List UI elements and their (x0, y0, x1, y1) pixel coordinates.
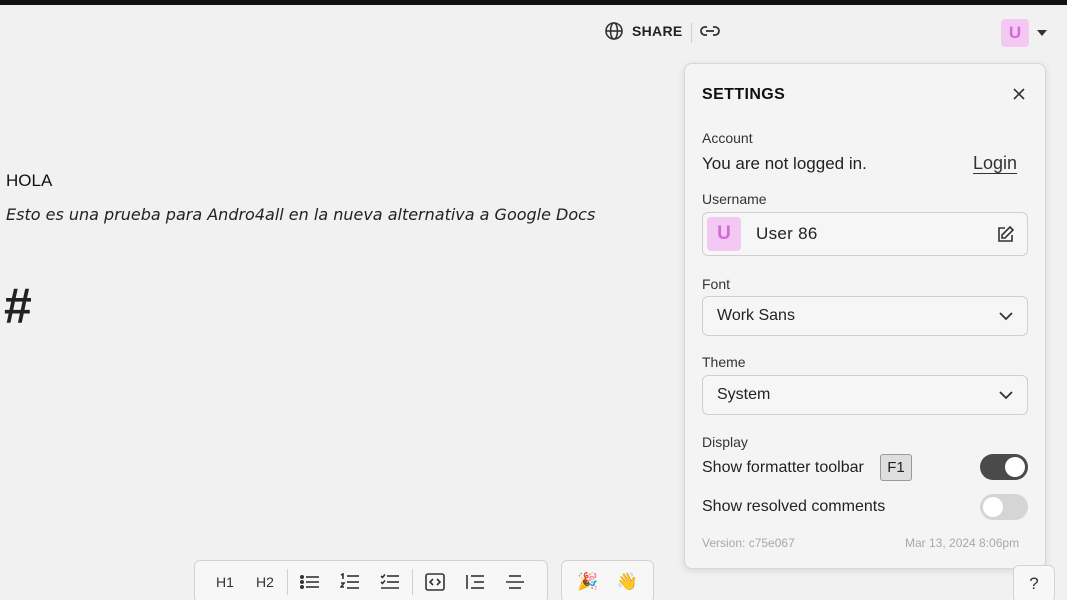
strikethrough-icon (506, 574, 524, 589)
document-paragraph[interactable]: Esto es una prueba para Andro4all en la … (6, 205, 595, 224)
bullet-list-button[interactable] (290, 567, 330, 597)
document-hash-line[interactable]: # (4, 281, 32, 331)
toggle-knob (983, 497, 1003, 517)
checklist-icon (380, 573, 399, 589)
close-button[interactable] (1011, 86, 1027, 107)
font-select[interactable]: Work Sans (702, 296, 1028, 336)
toggle-knob (1005, 457, 1025, 477)
edit-icon (998, 225, 1015, 242)
divider (287, 568, 288, 595)
close-icon (1013, 88, 1025, 100)
strikethrough-button[interactable] (495, 567, 535, 597)
version-text: Version: c75e067 (702, 536, 795, 550)
theme-select[interactable]: System (702, 375, 1028, 415)
show-toolbar-toggle[interactable] (980, 454, 1028, 480)
show-toolbar-label: Show formatter toolbar (702, 459, 864, 476)
theme-label: Theme (702, 354, 746, 370)
font-select-value: Work Sans (717, 307, 795, 324)
help-button[interactable]: ? (1013, 565, 1055, 600)
chevron-down-icon (999, 312, 1013, 321)
share-button[interactable]: SHARE (604, 21, 683, 41)
bullet-list-icon (300, 574, 319, 589)
heading2-button[interactable]: H2 (245, 567, 285, 597)
caret-down-icon (1037, 30, 1047, 36)
settings-panel: SETTINGS Account You are not logged in. … (684, 63, 1046, 569)
indent-button[interactable] (455, 567, 495, 597)
copy-link-button[interactable] (698, 21, 722, 46)
numbered-list-icon (340, 572, 359, 589)
user-menu-button[interactable]: U (1001, 19, 1047, 47)
username-field[interactable]: U User 86 (702, 212, 1028, 256)
wave-emoji-button[interactable]: 👋 (617, 572, 638, 592)
account-label: Account (702, 130, 753, 146)
document-heading[interactable]: HOLA (6, 171, 52, 191)
numbered-list-button[interactable] (330, 567, 370, 597)
globe-icon (605, 22, 623, 40)
login-link[interactable]: Login (973, 153, 1017, 174)
avatar: U (1001, 19, 1029, 47)
edit-username-button[interactable] (996, 225, 1015, 249)
username-label: Username (702, 191, 767, 207)
divider (412, 568, 413, 595)
reactions-toolbar: 🎉 👋 (561, 560, 654, 600)
show-resolved-toggle[interactable] (980, 494, 1028, 520)
indent-icon (466, 574, 484, 589)
share-label: SHARE (632, 23, 683, 39)
version-date: Mar 13, 2024 8:06pm (905, 536, 1020, 550)
theme-select-value: System (717, 386, 771, 403)
code-block-icon (425, 572, 445, 591)
show-resolved-label: Show resolved comments (702, 498, 886, 515)
link-icon (700, 26, 720, 36)
code-block-button[interactable] (415, 567, 455, 597)
display-label: Display (702, 434, 748, 450)
chevron-down-icon (999, 391, 1013, 400)
top-bar: SHARE U (0, 15, 1067, 55)
settings-title: SETTINGS (702, 86, 786, 103)
username-value: User 86 (756, 224, 818, 243)
avatar: U (707, 217, 741, 251)
font-label: Font (702, 276, 731, 292)
heading1-button[interactable]: H1 (205, 567, 245, 597)
divider (691, 23, 692, 43)
shortcut-key-badge: F1 (880, 454, 912, 481)
formatter-toolbar: H1 H2 (194, 560, 548, 600)
party-emoji-button[interactable]: 🎉 (577, 572, 598, 592)
not-logged-text: You are not logged in. (702, 154, 867, 173)
checklist-button[interactable] (370, 567, 410, 597)
